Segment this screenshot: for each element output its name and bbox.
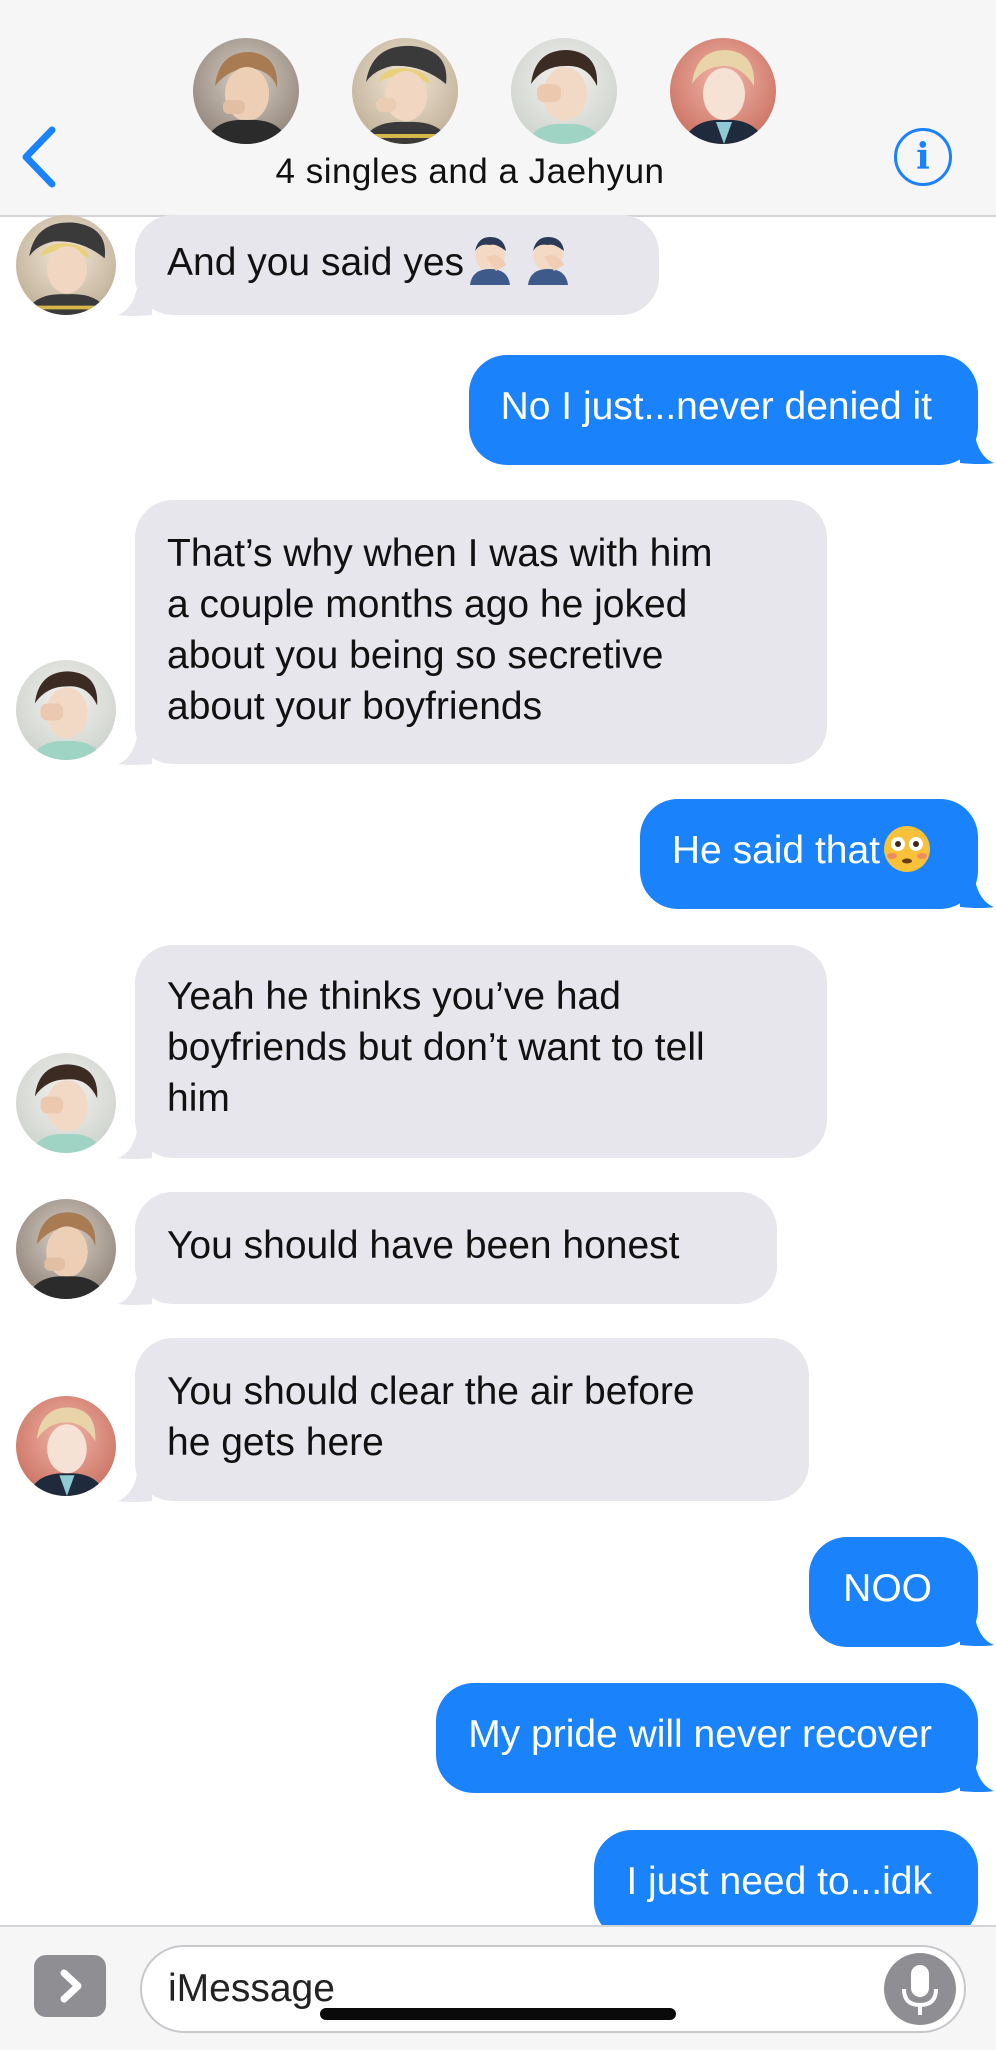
group-title[interactable]: 4 singles and a Jaehyun [0, 152, 940, 192]
message-text: He said that [671, 829, 880, 872]
conversation-header: 4 singles and a Jaehyun i [0, 0, 996, 217]
avatar[interactable] [16, 215, 116, 315]
avatar[interactable] [16, 660, 116, 760]
message-line: You should clear the air before [167, 1370, 695, 1413]
bubble-tail [118, 283, 152, 316]
message-line: a couple months ago he joked [167, 583, 688, 626]
avatar[interactable] [16, 1053, 116, 1153]
avatar [511, 38, 617, 144]
chevron-right-icon[interactable] [34, 1955, 106, 2017]
incoming-message[interactable]: You should clear the air before he gets … [135, 1338, 809, 1501]
message-text: And you said yes [167, 241, 465, 284]
outgoing-message[interactable]: My pride will never recover [436, 1683, 978, 1793]
incoming-message[interactable]: That’s why when I was with him a couple … [135, 500, 827, 764]
message-line: That’s why when I was with him [167, 532, 713, 575]
bubble-tail [118, 1469, 152, 1502]
bubble-tail [118, 1126, 152, 1159]
avatar [670, 38, 776, 144]
outgoing-message[interactable]: NOO [809, 1537, 978, 1647]
incoming-message[interactable]: Yeah he thinks you’ve had boyfriends but… [135, 945, 827, 1158]
facepalm-emoji-icon [470, 236, 569, 285]
outgoing-message[interactable]: No I just...never denied it [468, 355, 978, 465]
group-avatars[interactable] [0, 38, 996, 148]
message-text: You should have been honest [167, 1224, 680, 1267]
bubble-tail [960, 875, 994, 908]
message-text: My pride will never recover [468, 1713, 932, 1756]
home-indicator[interactable] [320, 2008, 676, 2020]
message-line: boyfriends but don’t want to tell [167, 1026, 705, 1069]
info-icon[interactable]: i [894, 128, 952, 186]
composer-bar: iMessage [0, 1925, 996, 2050]
bubble-tail [118, 1272, 152, 1305]
bubble-tail [960, 1759, 994, 1792]
message-text: No I just...never denied it [500, 385, 932, 428]
avatar[interactable] [16, 1396, 116, 1496]
message-text: NOO [843, 1567, 932, 1610]
incoming-message[interactable]: And you said yes [135, 215, 659, 315]
message-line: Yeah he thinks you’ve had [167, 975, 621, 1018]
message-line: about you being so secretive [167, 634, 664, 677]
flushed-face-emoji-icon [884, 825, 930, 872]
avatar[interactable] [16, 1199, 116, 1299]
input-placeholder: iMessage [168, 1967, 335, 2010]
message-line: he gets here [167, 1421, 384, 1464]
microphone-icon[interactable] [884, 1953, 956, 2025]
avatar [352, 38, 458, 144]
avatar [193, 38, 299, 144]
bubble-tail [960, 1613, 994, 1646]
message-line: about your boyfriends [167, 685, 543, 728]
bubble-tail [118, 732, 152, 765]
incoming-message[interactable]: You should have been honest [135, 1192, 777, 1304]
message-text: I just need to...idk [626, 1860, 932, 1903]
bubble-tail [960, 431, 994, 464]
outgoing-message[interactable]: I just need to...idk [594, 1830, 978, 1940]
message-line: him [167, 1077, 230, 1120]
outgoing-message[interactable]: He said that [639, 799, 978, 909]
